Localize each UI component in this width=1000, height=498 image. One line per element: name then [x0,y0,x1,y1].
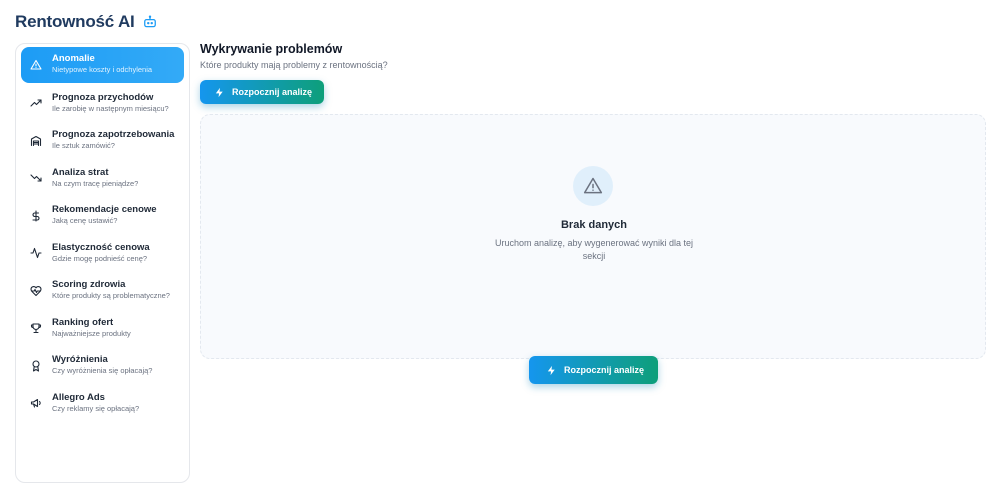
sidebar-item-description: Czy wyróżnienia się opłacają? [52,366,153,375]
sidebar-item-anomalie[interactable]: Anomalie Nietypowe koszty i odchylenia [21,47,184,83]
sidebar-item-elastycznosc-cenowa[interactable]: Elastyczność cenowa Gdzie mogę podnieść … [21,236,184,271]
alert-triangle-icon [583,176,603,196]
empty-state-title: Brak danych [560,219,628,231]
sidebar-item-rekomendacje-cenowe[interactable]: Rekomendacje cenowe Jaką cenę ustawić? [21,198,184,233]
trending-down-icon [29,172,42,185]
lightning-icon [214,87,225,98]
lightning-icon [546,365,557,376]
megaphone-icon [29,397,42,410]
trending-up-icon [29,97,42,110]
sidebar-item-description: Które produkty są problematyczne? [52,291,170,300]
sidebar-item-label: Analiza strat [52,166,109,178]
empty-state-start-label: Rozpocznij analizę [564,365,645,375]
start-analysis-button[interactable]: Rozpocznij analizę [200,80,324,104]
sidebar-item-analiza-strat[interactable]: Analiza strat Na czym tracę pieniądze? [21,161,184,196]
sidebar-item-label: Rekomendacje cenowe [52,204,157,215]
page-title: Wykrywanie problemów [200,42,343,56]
sidebar-item-description: Czy reklamy się opłacają? [52,403,140,413]
sidebar-item-description: Ile zarobię w następnym miesiącu? [52,103,169,113]
dollar-icon [29,209,42,222]
sidebar-item-description: Ile sztuk zamówić? [52,141,115,150]
page-subtitle: Które produkty mają problemy z rentownoś… [200,60,388,70]
heart-pulse-icon [29,284,42,297]
sidebar-item-prognoza-zapotrzebowania[interactable]: Prognoza zapotrzebowania Ile sztuk zamów… [21,123,184,158]
sidebar-item-description: Nietypowe koszty i odchylenia [52,65,153,74]
alert-triangle-icon [29,58,42,71]
trophy-icon [29,322,42,335]
app-header: Rentowność AI [15,10,157,34]
sidebar-item-description: Na czym tracę pieniądze? [52,178,139,188]
sidebar-item-label: Ranking ofert [52,316,114,328]
sidebar-item-allegro-ads[interactable]: Allegro Ads Czy reklamy się opłacają? [21,386,184,421]
sidebar-item-prognoza-przychodow[interactable]: Prognoza przychodów Ile zarobię w następ… [21,86,184,121]
sidebar-item-description: Najważniejsze produkty [52,328,131,338]
empty-state-icon-circle [573,166,613,206]
sidebar: Anomalie Nietypowe koszty i odchylenia P… [15,43,190,483]
sidebar-item-label: Prognoza przychodów [52,91,154,103]
sidebar-item-ranking-ofert[interactable]: Ranking ofert Najważniejsze produkty [21,311,184,346]
empty-state-text: Uruchom analizę, aby wygenerować wyniki … [494,238,694,261]
empty-state-start-button[interactable]: Rozpocznij analizę [529,356,658,384]
start-analysis-label: Rozpocznij analizę [232,87,313,97]
sidebar-item-scoring-zdrowia[interactable]: Scoring zdrowia Które produkty są proble… [21,273,184,308]
bot-icon [143,15,157,29]
sidebar-item-description: Gdzie mogę podnieść cenę? [52,253,148,263]
sidebar-item-label: Elastyczność cenowa [52,241,150,253]
sidebar-item-label: Scoring zdrowia [52,279,126,290]
app-title: Rentowność AI [15,12,135,31]
award-icon [29,359,42,372]
activity-icon [29,247,42,260]
main-content: Wykrywanie problemów Które produkty mają… [200,40,986,384]
warehouse-icon [29,134,42,147]
sidebar-item-label: Anomalie [52,53,95,64]
sidebar-item-wyroznienia[interactable]: Wyróżnienia Czy wyróżnienia się opłacają… [21,348,184,383]
sidebar-item-label: Prognoza zapotrzebowania [52,129,175,140]
sidebar-item-description: Jaką cenę ustawić? [52,216,118,225]
empty-state-panel: Brak danych Uruchom analizę, aby wygener… [200,114,986,384]
sidebar-item-label: Wyróżnienia [52,354,108,365]
sidebar-item-label: Allegro Ads [52,391,105,403]
